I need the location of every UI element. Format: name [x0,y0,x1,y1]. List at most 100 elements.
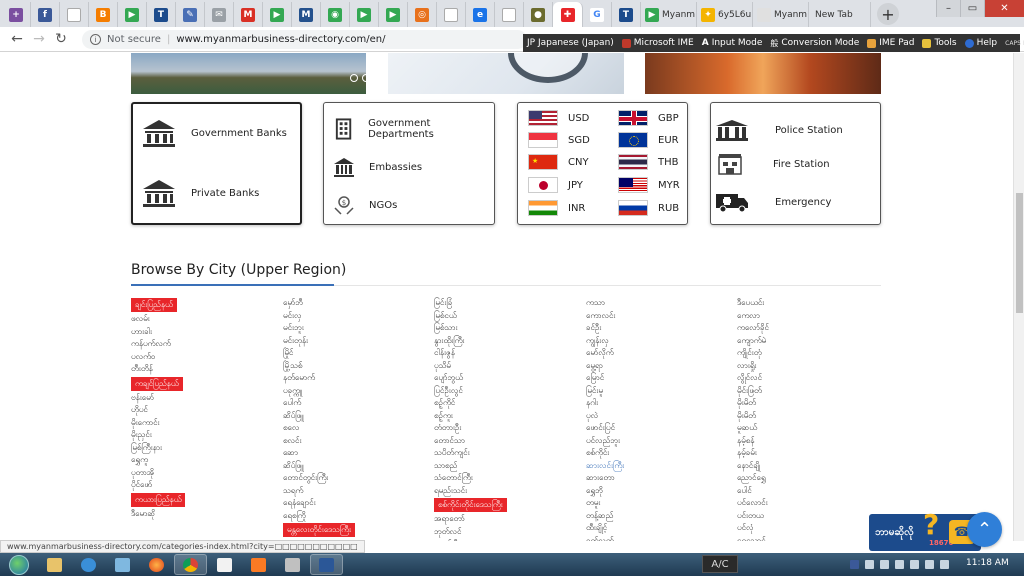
city-link[interactable]: မင်းတုန်း [283,336,308,345]
city-link[interactable]: ရမည်းသင်း [434,486,467,495]
taskbar-media[interactable] [72,554,105,575]
emergency-link[interactable]: Emergency [715,191,831,213]
currency-jpy[interactable]: JPY [528,177,583,193]
city-link[interactable]: မိုးမိတ် [737,411,756,420]
back-button[interactable]: ← [6,28,28,50]
city-link[interactable]: အရာတော် [434,514,465,523]
browser-tab[interactable] [60,2,89,27]
city-link[interactable]: ကသာ [586,298,605,307]
maximize-button[interactable]: ▭ [960,0,984,17]
currency-gbp[interactable]: GBP [618,110,679,126]
city-link[interactable]: မိုးကောင်း [131,418,160,427]
city-link[interactable]: ပလက်ဝ [131,352,155,361]
city-link[interactable]: ပေါင် [737,486,752,495]
city-link[interactable]: ဗန်းမော် [131,393,154,402]
browser-tab[interactable]: B [89,2,118,27]
city-link[interactable]: ဆိပ်ဖြူ [283,461,304,470]
taskbar-box[interactable] [276,554,309,575]
city-link[interactable]: ပေါက် [283,398,301,407]
network-icon[interactable] [880,560,889,569]
city-link[interactable]: မိုင်းဖြတ် [737,386,762,395]
city-link[interactable]: ဆိပ်ဖြူ [283,411,304,420]
city-link[interactable]: မှော်ဘီ [283,298,303,307]
ime-pad-button[interactable]: IME Pad [863,38,918,48]
city-link[interactable]: ချောင်းဦး [434,539,460,541]
browser-tab[interactable]: G [583,2,612,27]
vertical-scrollbar[interactable] [1013,53,1024,541]
city-link[interactable]: ပျော်ဘွယ် [434,373,463,382]
region-header[interactable]: ကချင်ပြည်နယ် [131,376,183,391]
browser-tab[interactable]: ● [524,2,553,27]
ime-select[interactable]: Microsoft IME [618,38,698,48]
city-link[interactable]: သံတောင်ကြီး [434,473,473,482]
city-link[interactable]: ဆားတော [586,473,614,482]
city-link[interactable]: စဉ့်ကိုင် [434,398,455,407]
browser-tab[interactable]: e [466,2,495,27]
browser-tab[interactable]: ✎ [176,2,205,27]
taskbar-doc[interactable] [208,554,241,575]
browser-tab[interactable]: ▶ [263,2,292,27]
browser-tab[interactable]: T [612,2,641,27]
city-link[interactable]: မြင်းခြံ [434,298,452,307]
help-button[interactable]: Help [961,38,1002,48]
browser-tab[interactable]: ◎ [408,2,437,27]
city-link[interactable]: လွိုင်လင် [737,373,762,382]
browser-tab[interactable] [437,2,466,27]
banner-magnifier[interactable] [388,53,624,94]
city-link[interactable]: သပိတ်ကျင်း [434,448,470,457]
city-link[interactable]: ပင်းတယ [737,511,764,520]
city-link[interactable]: သာစည် [434,461,457,470]
browser-tab[interactable]: ✦ 6y5L6u [697,2,753,27]
city-link[interactable]: မိုးမိတ် [737,398,756,407]
city-link[interactable]: ပြင်ဦးလွင် [434,386,463,395]
city-link[interactable]: ကန်ပက်လက် [131,339,171,348]
city-link[interactable]: စဉ့်ကူး [434,411,453,420]
region-header[interactable]: စစ်ကိုင်းတိုင်းဒေသကြီး [434,498,507,512]
city-link[interactable]: ဘုတ်လင် [434,527,461,536]
taskbar-firefox[interactable] [140,554,173,575]
city-link[interactable]: ခင်ဦး [586,323,601,332]
region-header[interactable]: ချင်းပြည်နယ် [131,298,177,312]
city-link[interactable]: မွေ့ရာ [586,361,603,370]
currency-thb[interactable]: THB [618,154,679,170]
city-link[interactable]: တန့်ဆည် [586,511,613,520]
city-link[interactable]: စစ်ကိုင်း [586,448,609,457]
carousel-dot[interactable] [362,74,366,82]
city-link[interactable]: ရွှေကူ [131,455,148,464]
currency-sgd[interactable]: SGD [528,132,590,148]
city-link[interactable]: မြို့သစ် [283,361,302,370]
tools-button[interactable]: Tools [918,38,960,48]
currency-rub[interactable]: RUB [618,200,679,216]
city-link[interactable]: မိုးညှင်း [131,430,152,439]
government-departments-link[interactable]: Government Departments [333,118,494,140]
taskbar-xampp[interactable] [242,554,275,575]
ngos-link[interactable]: $ NGOs [333,194,397,216]
city-link[interactable]: မြစ်ငယ် [434,311,457,320]
ac-indicator[interactable]: A/C [702,555,738,573]
city-link[interactable]: ဟားခါး [131,327,152,336]
fire-station-link[interactable]: Fire Station [717,153,830,175]
city-link[interactable]: နောင်ချို [737,461,760,470]
browser-tab[interactable]: M [234,2,263,27]
currency-cny[interactable]: ★ CNY [528,154,589,170]
volume-icon[interactable] [940,560,949,569]
city-link[interactable]: ပင်လုံ [737,523,754,532]
city-link[interactable]: ကျွန်းလှ [586,336,609,345]
city-link[interactable]: စလင်း [283,436,301,445]
browser-tab[interactable]: f [31,2,60,27]
city-link[interactable]: ပခုက္ကူ [283,386,302,395]
city-link[interactable]: နွားထိုးကြီး [434,336,464,345]
city-link[interactable]: ဖလမ်း [131,314,150,323]
city-link[interactable]: ဒီပေယင်း [737,298,764,307]
police-station-link[interactable]: Police Station [715,119,843,141]
city-link[interactable]: တမူး [586,498,600,507]
city-link[interactable]: မြစ်ကြီးနား [131,443,162,452]
promo-badge[interactable]: ဘာမဆိုလို ? 18676 ☎ [869,508,981,551]
region-header[interactable]: ကယားပြည်နယ် [131,492,186,507]
city-link[interactable]: ဝက်လက် [586,536,614,542]
reload-button[interactable]: ↻ [50,28,72,50]
city-link[interactable]: ကောလင်း [586,311,615,320]
input-mode-button[interactable]: A Input Mode [698,38,767,48]
info-icon[interactable]: i [90,34,101,45]
city-link[interactable]: မော်လိုက် [586,348,614,357]
